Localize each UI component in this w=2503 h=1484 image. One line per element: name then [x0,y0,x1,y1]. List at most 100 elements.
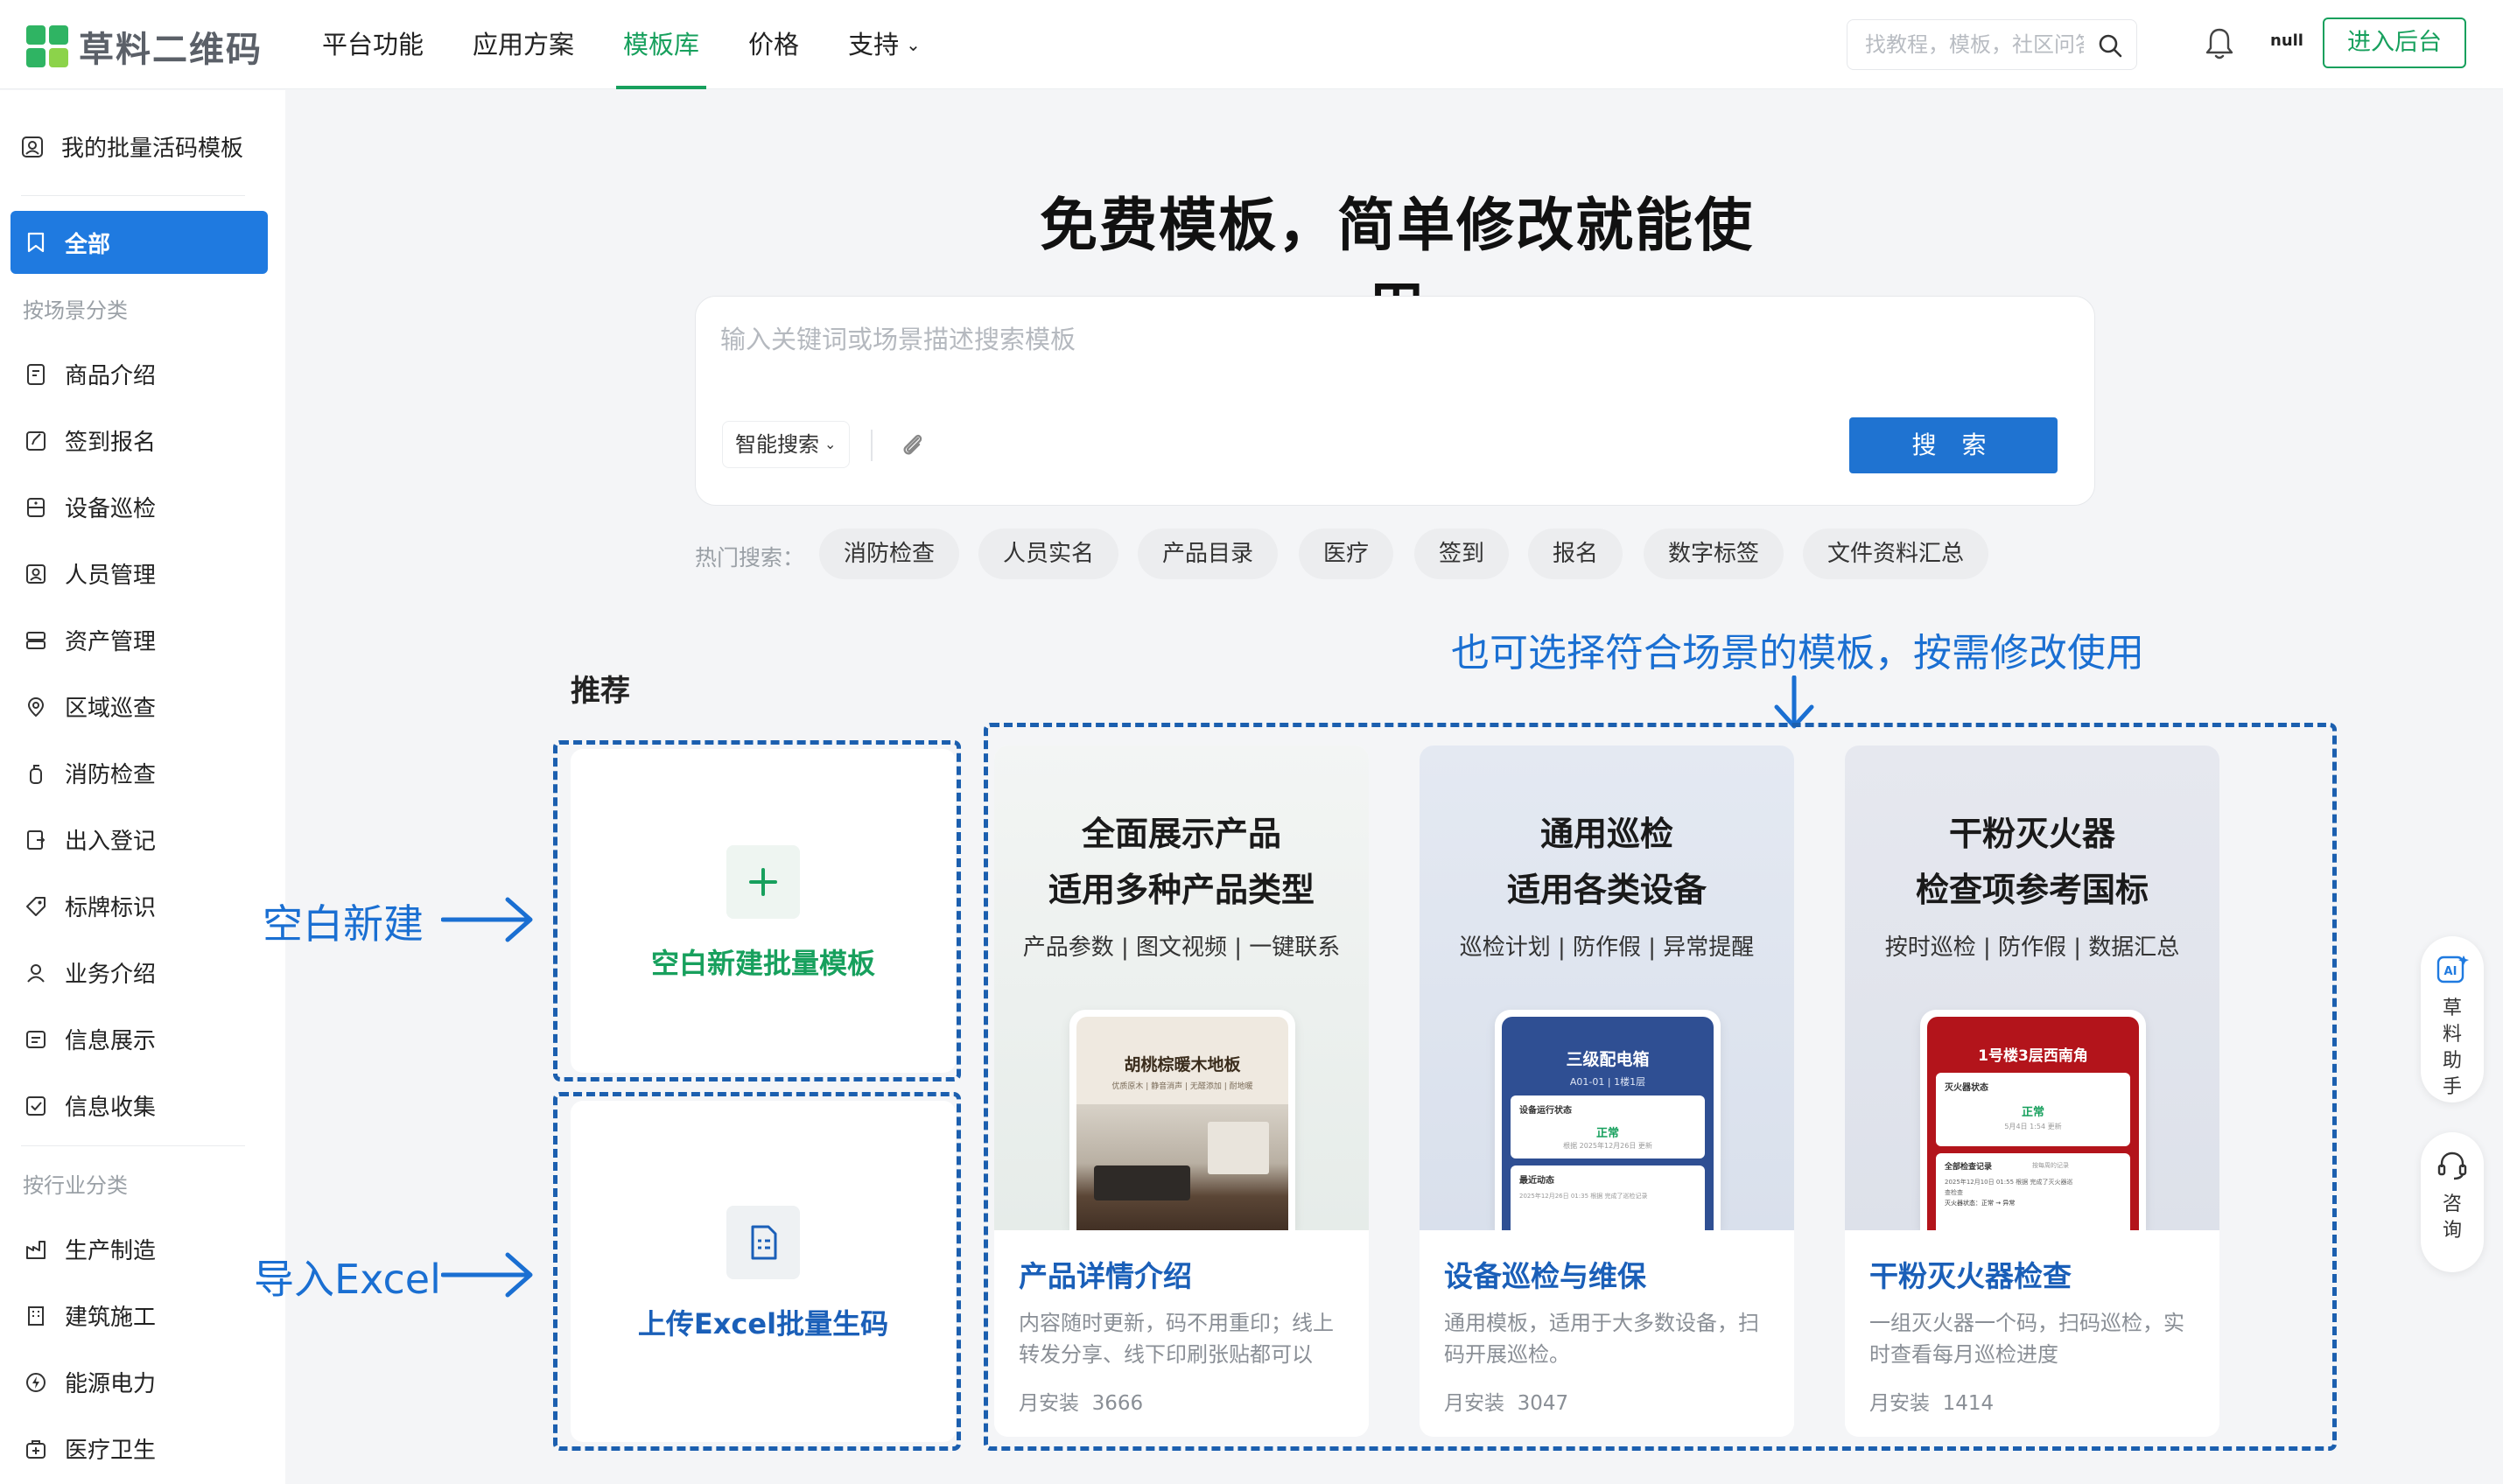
arrow-right-icon [441,897,533,942]
template-preview: 胡桃棕暖木地板 优质原木 | 静音消声 | 无醛添加 | 耐地暖 [1069,1010,1295,1230]
bell-icon[interactable] [2204,26,2235,61]
template-card-header: 全面展示产品 适用多种产品类型 产品参数 | 图文视频 | 一键联系 胡桃棕暖木… [994,746,1369,1230]
hot-tag-product-catalog[interactable]: 产品目录 [1138,528,1279,579]
sidebar-item-medical[interactable]: 医疗卫生 [25,1432,156,1465]
hot-search-label: 热门搜索： [695,545,805,570]
excel-upload-card[interactable]: 上传Excel批量生码 [571,1101,956,1442]
sidebar-item-equipment-inspection[interactable]: 设备巡检 [25,491,156,523]
sidebar-item-construction[interactable]: 建筑施工 [25,1299,156,1332]
template-headline: 适用各类设备 [1506,871,1707,909]
svg-text:AI: AI [2444,965,2457,978]
preview-status-card: 设备运行状态 正常 根据 2025年12月26日 更新 [1511,1096,1705,1158]
top-navbar: 草料二维码 平台功能 应用方案 模板库 价格 支持⌄ null 进入后台 [0,0,2503,89]
lightning-icon [26,1372,46,1392]
display-icon [26,1030,46,1048]
template-headline: 通用巡检 [1539,815,1673,853]
template-name: 干粉灭火器检查 [1869,1259,2072,1293]
search-button[interactable]: 搜 索 [1849,417,2058,473]
ai-assistant-label: 草料助手 [2442,998,2462,1098]
template-description: 通用模板，适用于大多数设备，扫码开展巡检。 [1444,1311,1759,1367]
nav-item-features[interactable]: 平台功能 [298,0,448,89]
template-search-input[interactable] [720,319,2033,389]
hot-tag-signup[interactable]: 报名 [1528,528,1623,579]
attachment-icon[interactable] [897,430,929,461]
toolbar-divider [871,430,873,461]
nav-item-pricing[interactable]: 价格 [724,0,824,89]
sidebar-item-info-collection[interactable]: 信息收集 [25,1089,156,1122]
sidebar-item-energy[interactable]: 能源电力 [25,1366,156,1398]
template-headline: 适用多种产品类型 [1048,871,1315,909]
template-card-body: 干粉灭火器检查 一组灭火器一个码，扫码巡检，实时查看每月巡检进度 月安装 141… [1845,1230,2219,1437]
sidebar-item-product-intro[interactable]: 商品介绍 [25,358,156,390]
blank-template-card[interactable]: 空白新建批量模板 [571,749,956,1073]
template-headline: 检查项参考国标 [1915,871,2149,909]
edit-icon [26,430,46,451]
recommend-title: 推荐 [571,674,630,709]
template-installs: 月安装 3047 [1444,1392,1569,1415]
hot-tag-file-summary[interactable]: 文件资料汇总 [1803,528,1989,579]
tag-icon [26,896,46,916]
sidebar-item-area-patrol[interactable]: 区域巡查 [25,690,156,723]
preview-title: 三级配电箱 [1566,1050,1650,1069]
sidebar-item-signage[interactable]: 标牌标识 [25,890,156,922]
preview-activity-card: 最近动态 2025年12月26日 01:35 根据 完成了巡检记录 [1511,1166,1705,1230]
template-tags: 产品参数 | 图文视频 | 一键联系 [1022,934,1341,961]
logo-icon [26,25,68,67]
sidebar-item-manufacturing[interactable]: 生产制造 [25,1233,156,1265]
template-card-header: 通用巡检 适用各类设备 巡检计划 | 防作假 | 异常提醒 三级配电箱 A01-… [1420,746,1794,1230]
sidebar-item-signup[interactable]: 签到报名 [25,424,156,457]
annotation-blank: 空白新建 [263,900,424,948]
blank-template-label: 空白新建批量模板 [650,947,875,980]
arrow-right-icon [441,1252,533,1298]
user-name[interactable]: null [2270,32,2303,50]
template-preview: 三级配电箱 A01-01 | 1楼1层 设备运行状态 正常 根据 2025年12… [1495,1010,1721,1230]
hot-tag-fire-inspection[interactable]: 消防检查 [819,528,960,579]
sidebar-item-access-log[interactable]: 出入登记 [25,823,156,856]
template-card-body: 产品详情介绍 内容随时更新，码不用重印；线上转发分享、线下印刷张贴都可以 月安装… [994,1230,1369,1437]
nav-item-solutions[interactable]: 应用方案 [448,0,599,89]
template-card-header: 干粉灭火器 检查项参考国标 按时巡检 | 防作假 | 数据汇总 1号楼3层西南角… [1845,746,2219,1230]
arrow-down-icon [1774,676,1814,729]
hot-tag-real-name[interactable]: 人员实名 [978,528,1119,579]
nav-item-templates[interactable]: 模板库 [599,0,724,89]
sidebar-item-all[interactable]: 全部 [11,211,268,274]
spreadsheet-icon [726,1206,800,1279]
chevron-down-icon: ⌄ [906,34,921,55]
plus-icon [726,845,800,919]
ai-assistant-button[interactable]: AI 草料助手 [2421,936,2484,1102]
template-card-fire-extinguisher[interactable]: 干粉灭火器 检查项参考国标 按时巡检 | 防作假 | 数据汇总 1号楼3层西南角… [1845,746,2219,1437]
global-search-input[interactable] [1865,20,2084,69]
main-nav: 平台功能 应用方案 模板库 价格 支持 ⌄ [298,0,945,89]
annotation-choose-template: 也可选择符合场景的模板，按需修改使用 [1451,631,2144,676]
template-description: 一组灭火器一个码，扫码巡检，实时查看每月巡检进度 [1869,1311,2184,1367]
hot-tag-medical[interactable]: 医疗 [1299,528,1394,579]
sidebar-item-my-templates[interactable]: 我的批量活码模板 [21,130,243,163]
consult-button[interactable]: 咨询 [2421,1132,2484,1272]
sidebar: 我的批量活码模板 全部 按场景分类 商品介绍 签到报名 设备巡检 人员管理 资产… [0,90,285,1484]
brand-logo[interactable]: 草料二维码 [26,21,263,72]
sidebar-divider [21,1145,245,1146]
nav-item-support[interactable]: 支持 ⌄ [824,0,945,89]
sidebar-item-info-display[interactable]: 信息展示 [25,1023,156,1055]
template-preview: 1号楼3层西南角 灭火器状态 正常 5月4日 1:54 更新 全部检查记录 按每… [1920,1010,2146,1230]
document-icon [27,363,45,385]
excel-upload-label: 上传Excel批量生码 [637,1307,889,1340]
search-icon[interactable] [2096,32,2124,60]
enter-dashboard-button[interactable]: 进入后台 [2323,18,2466,68]
sidebar-item-assets[interactable]: 资产管理 [25,624,156,656]
chevron-down-icon: ⌄ [824,436,837,452]
smart-search-select[interactable]: 智能搜索 ⌄ [722,421,850,468]
location-icon [27,696,45,717]
hot-tag-signin[interactable]: 签到 [1414,528,1510,579]
global-search [1847,19,2137,70]
sidebar-item-fire-inspection[interactable]: 消防检查 [25,757,156,789]
template-tags: 按时巡检 | 防作假 | 数据汇总 [1884,934,2180,961]
sidebar-item-business-intro[interactable]: 业务介绍 [25,956,156,989]
template-card-equipment-inspection[interactable]: 通用巡检 适用各类设备 巡检计划 | 防作假 | 异常提醒 三级配电箱 A01-… [1420,746,1794,1437]
template-card-product-detail[interactable]: 全面展示产品 适用多种产品类型 产品参数 | 图文视频 | 一键联系 胡桃棕暖木… [994,746,1369,1437]
device-icon [27,497,45,517]
person-badge-icon [26,564,46,584]
building-icon [28,1306,44,1326]
hot-tag-digital-label[interactable]: 数字标签 [1644,528,1784,579]
sidebar-item-personnel[interactable]: 人员管理 [25,557,156,590]
